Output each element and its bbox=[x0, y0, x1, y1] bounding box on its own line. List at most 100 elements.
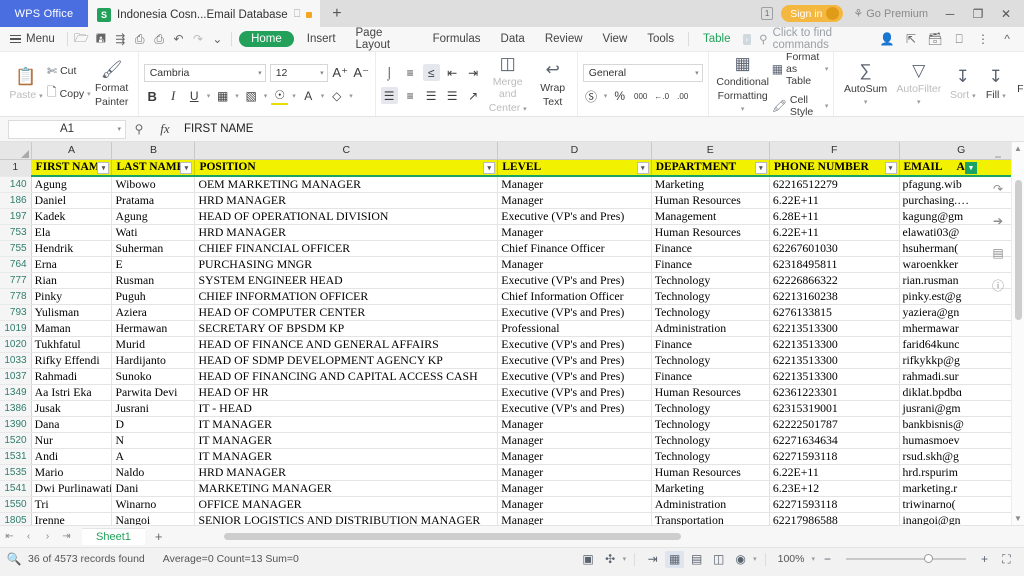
grid-cell-d[interactable]: Manager bbox=[497, 224, 652, 241]
grid-cell-b[interactable]: Nangoi bbox=[111, 512, 196, 525]
grid-cell-g[interactable]: inangoi@gn bbox=[899, 512, 1024, 525]
scroll-up-icon[interactable]: ▲ bbox=[1012, 142, 1024, 155]
table-row[interactable]: 140 Agung Wibowo OEM MARKETING MANAGER Manag… bbox=[0, 176, 1024, 193]
row-header[interactable]: 1020 bbox=[0, 336, 32, 353]
grid-cell-a[interactable]: Agung bbox=[31, 176, 113, 193]
chevron-down-icon[interactable]: ▾ bbox=[753, 555, 757, 563]
grid-cell-d[interactable]: Manager bbox=[497, 416, 652, 433]
table-row[interactable]: 1390 Dana D IT MANAGER Manager Technology 6222… bbox=[0, 416, 1024, 433]
sign-in-button[interactable]: Sign in bbox=[781, 5, 844, 22]
last-sheet-icon[interactable]: ⇥ bbox=[57, 531, 76, 542]
grid-cell-d[interactable]: Manager bbox=[497, 192, 652, 209]
grid-cell-a[interactable]: Mario bbox=[31, 464, 113, 481]
grid-cell-a[interactable]: Erna bbox=[31, 256, 113, 273]
print-icon[interactable]: ⎙ bbox=[130, 32, 149, 47]
table-row[interactable]: 753 Ela Wati HRD MANAGER Manager Human Resour… bbox=[0, 224, 1024, 241]
tab-insert[interactable]: Insert bbox=[297, 33, 346, 45]
open-folder-icon[interactable]: 🗁 bbox=[72, 29, 91, 50]
row-header[interactable]: 140 bbox=[0, 176, 32, 193]
grid-cell-d[interactable]: Manager bbox=[497, 464, 652, 481]
grid-cell-f[interactable]: 62361223301 bbox=[769, 384, 900, 401]
align-center-icon[interactable]: ≡ bbox=[402, 87, 419, 104]
grow-font-button[interactable]: A⁺ bbox=[332, 64, 349, 81]
row-header[interactable]: 753 bbox=[0, 224, 32, 241]
page-view-icon[interactable]: ▣ bbox=[579, 551, 598, 568]
grid-cell-b[interactable]: Wibowo bbox=[111, 176, 196, 193]
grid-cell-a[interactable]: Jusak bbox=[31, 400, 113, 417]
grid-cell-a[interactable]: Nur bbox=[31, 432, 113, 449]
column-header-b[interactable]: B bbox=[111, 142, 196, 160]
grid-cell-c[interactable]: PURCHASING MNGR bbox=[194, 256, 499, 273]
chevron-down-icon[interactable]: ▾ bbox=[207, 92, 211, 100]
freeze-pane-icon[interactable]: ⇥ bbox=[643, 551, 662, 568]
increase-indent-icon[interactable]: ⇥ bbox=[465, 64, 482, 81]
grid-cell-d[interactable]: Professional bbox=[497, 320, 652, 337]
header-cell-first-name[interactable]: FIRST NAME ▾ bbox=[31, 159, 113, 177]
column-header-d[interactable]: D bbox=[497, 142, 652, 160]
fullscreen-icon[interactable]: ⛶ bbox=[997, 551, 1016, 568]
filter-dropdown-icon[interactable]: ▾ bbox=[636, 161, 649, 174]
grid-cell-a[interactable]: Rifky Effendi bbox=[31, 352, 113, 369]
tab-review[interactable]: Review bbox=[535, 33, 593, 45]
go-premium-button[interactable]: ⚘ Go Premium bbox=[847, 7, 934, 21]
maximize-button[interactable]: ❐ bbox=[966, 7, 990, 21]
shrink-font-button[interactable]: A⁻ bbox=[353, 64, 370, 81]
grid-cell-d[interactable]: Executive (VP's and Pres) bbox=[497, 208, 652, 225]
zoom-slider-knob[interactable] bbox=[924, 554, 933, 564]
more-icon[interactable]: ⋮ bbox=[972, 32, 994, 46]
grid-cell-e[interactable]: Management bbox=[651, 208, 770, 225]
align-right-icon[interactable]: ☰ bbox=[423, 87, 440, 104]
grid-cell-e[interactable]: Technology bbox=[651, 352, 770, 369]
grid-cell-d[interactable]: Executive (VP's and Pres) bbox=[497, 272, 652, 289]
table-row[interactable]: 1349 Aa Istri Eka Parwita Devi HEAD OF HR Ex… bbox=[0, 384, 1024, 401]
chart-tool-icon[interactable]: ▤ bbox=[989, 244, 1007, 262]
tab-page-layout[interactable]: Page Layout bbox=[346, 27, 423, 51]
upload-cloud-icon[interactable]: ⇱ bbox=[900, 32, 922, 46]
grid-cell-e[interactable]: Finance bbox=[651, 240, 770, 257]
insert-function-icon[interactable]: fx bbox=[152, 121, 178, 137]
formula-input[interactable]: FIRST NAME bbox=[178, 123, 1024, 135]
filter-dropdown-icon[interactable]: ▾ bbox=[180, 161, 193, 174]
grid-cell-c[interactable]: IT MANAGER bbox=[194, 448, 499, 465]
cell-style-button[interactable]: 🖍 Cell Style ▾ bbox=[772, 94, 829, 118]
table-row[interactable]: 1531 Andi A IT MANAGER Manager Technology 6227… bbox=[0, 448, 1024, 465]
wrap-text-button[interactable]: ↩ Wrap Text bbox=[534, 60, 572, 108]
grid-cell-c[interactable]: SYSTEM ENGINEER HEAD bbox=[194, 272, 499, 289]
grid-cell-c[interactable]: HRD MANAGER bbox=[194, 224, 499, 241]
grid-cell-d[interactable]: Executive (VP's and Pres) bbox=[497, 336, 652, 353]
grid-cell-c[interactable]: HEAD OF FINANCE AND GENERAL AFFAIRS bbox=[194, 336, 499, 353]
align-top-icon[interactable]: ⌡ bbox=[381, 64, 398, 81]
grid-cell-g[interactable]: rahmadi.sur bbox=[899, 368, 1024, 385]
sheet-tab-sheet1[interactable]: Sheet1 bbox=[82, 528, 145, 545]
customize-quick-access-icon[interactable]: ⌄ bbox=[208, 32, 227, 46]
minimize-panel-icon[interactable]: − bbox=[989, 148, 1007, 166]
add-sheet-button[interactable]: + bbox=[145, 529, 173, 544]
normal-view-icon[interactable]: ▦ bbox=[665, 550, 685, 568]
table-row[interactable]: 1541 Dwi Purlinawati Dani MARKETING MANAGER… bbox=[0, 480, 1024, 497]
filter-active-icon[interactable]: ▼ bbox=[965, 161, 977, 174]
grid-cell-e[interactable]: Technology bbox=[651, 304, 770, 321]
grid-cell-c[interactable]: CHIEF FINANCIAL OFFICER bbox=[194, 240, 499, 257]
grid-cell-a[interactable]: Kadek bbox=[31, 208, 113, 225]
grid-cell-a[interactable]: Tri bbox=[31, 496, 113, 513]
grid-cell-g[interactable]: hrd.rspurim bbox=[899, 464, 1024, 481]
grid-cell-g[interactable]: humasmoev bbox=[899, 432, 1024, 449]
grid-cell-f[interactable]: 6276133815 bbox=[769, 304, 900, 321]
grid-cell-a[interactable]: Yulisman bbox=[31, 304, 113, 321]
filter-dropdown-icon[interactable]: ▾ bbox=[754, 161, 767, 174]
grid-cell-a[interactable]: Ela bbox=[31, 224, 113, 241]
clear-format-icon[interactable]: ◇ bbox=[328, 88, 345, 105]
row-header-1[interactable]: 1 bbox=[0, 159, 32, 177]
grid-cell-b[interactable]: Dani bbox=[111, 480, 196, 497]
grid-cell-e[interactable]: Technology bbox=[651, 416, 770, 433]
autofilter-button[interactable]: ▽ AutoFilter ▾ bbox=[892, 61, 946, 107]
chevron-down-icon[interactable]: ▾ bbox=[292, 92, 296, 100]
grid-cell-g[interactable]: rsud.skh@g bbox=[899, 448, 1024, 465]
zoom-slider[interactable] bbox=[846, 554, 966, 564]
row-header[interactable]: 1037 bbox=[0, 368, 32, 385]
number-format-select[interactable]: General ▾ bbox=[582, 63, 703, 82]
grid-cell-b[interactable]: E bbox=[111, 256, 196, 273]
paste-button[interactable]: 📋 Paste ▾ bbox=[5, 67, 47, 101]
grid-cell-f[interactable]: 6.23E+12 bbox=[769, 480, 900, 497]
grid-cell-b[interactable]: Pratama bbox=[111, 192, 196, 209]
